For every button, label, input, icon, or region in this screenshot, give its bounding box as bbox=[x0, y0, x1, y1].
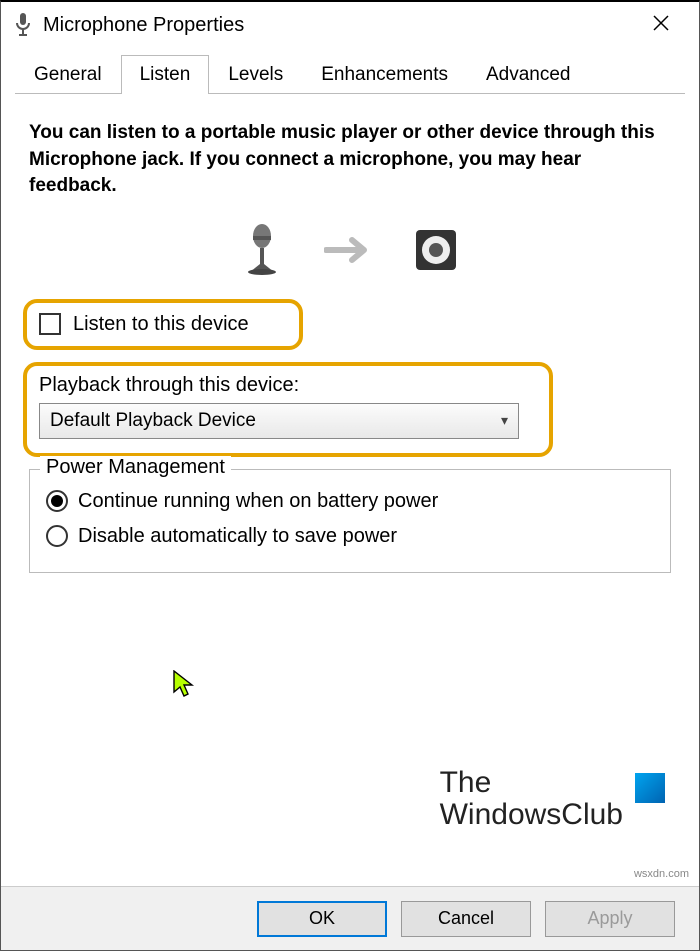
watermark-line1: The bbox=[440, 767, 623, 799]
arrow-right-icon bbox=[324, 236, 372, 269]
checkbox-icon bbox=[39, 313, 61, 335]
playback-device-label: Playback through this device: bbox=[39, 374, 537, 397]
tab-advanced[interactable]: Advanced bbox=[467, 55, 590, 94]
close-icon bbox=[653, 14, 669, 37]
power-management-group: Power Management Continue running when o… bbox=[29, 469, 671, 573]
radio-icon bbox=[46, 490, 68, 512]
radio-continue-running[interactable]: Continue running when on battery power bbox=[46, 484, 654, 519]
listen-checkbox-highlight: Listen to this device bbox=[23, 299, 303, 350]
tab-content: You can listen to a portable music playe… bbox=[1, 94, 699, 583]
cursor-icon bbox=[173, 670, 195, 698]
tab-levels[interactable]: Levels bbox=[209, 55, 302, 94]
chevron-down-icon: ▾ bbox=[501, 412, 508, 429]
listen-to-device-checkbox[interactable]: Listen to this device bbox=[39, 313, 287, 336]
ok-button[interactable]: OK bbox=[257, 901, 387, 937]
watermark: The WindowsClub bbox=[440, 767, 665, 830]
playback-device-highlight: Playback through this device: Default Pl… bbox=[23, 362, 553, 457]
radio-disable-auto[interactable]: Disable automatically to save power bbox=[46, 519, 654, 554]
listen-description: You can listen to a portable music playe… bbox=[29, 120, 671, 200]
speaker-device-icon bbox=[412, 226, 460, 279]
tab-general[interactable]: General bbox=[15, 55, 121, 94]
radio-continue-label: Continue running when on battery power bbox=[78, 490, 438, 513]
watermark-line2: WindowsClub bbox=[440, 799, 623, 831]
tab-strip: General Listen Levels Enhancements Advan… bbox=[1, 48, 699, 94]
apply-button[interactable]: Apply bbox=[545, 901, 675, 937]
device-illustration bbox=[29, 224, 671, 281]
microphone-icon bbox=[9, 13, 37, 37]
watermark-small: wsxdn.com bbox=[634, 868, 689, 880]
playback-device-selected: Default Playback Device bbox=[50, 410, 256, 432]
watermark-square-icon bbox=[635, 773, 665, 803]
dialog-button-bar: OK Cancel Apply bbox=[1, 886, 699, 950]
power-management-legend: Power Management bbox=[40, 456, 231, 479]
cancel-button[interactable]: Cancel bbox=[401, 901, 531, 937]
window-title: Microphone Properties bbox=[37, 14, 631, 37]
tab-listen[interactable]: Listen bbox=[121, 55, 210, 94]
playback-device-dropdown[interactable]: Default Playback Device ▾ bbox=[39, 403, 519, 439]
tab-enhancements[interactable]: Enhancements bbox=[302, 55, 467, 94]
radio-disable-label: Disable automatically to save power bbox=[78, 525, 397, 548]
microphone-device-icon bbox=[240, 224, 284, 281]
radio-icon bbox=[46, 525, 68, 547]
listen-checkbox-label: Listen to this device bbox=[73, 313, 249, 336]
titlebar: Microphone Properties bbox=[1, 2, 699, 48]
close-button[interactable] bbox=[631, 2, 691, 48]
